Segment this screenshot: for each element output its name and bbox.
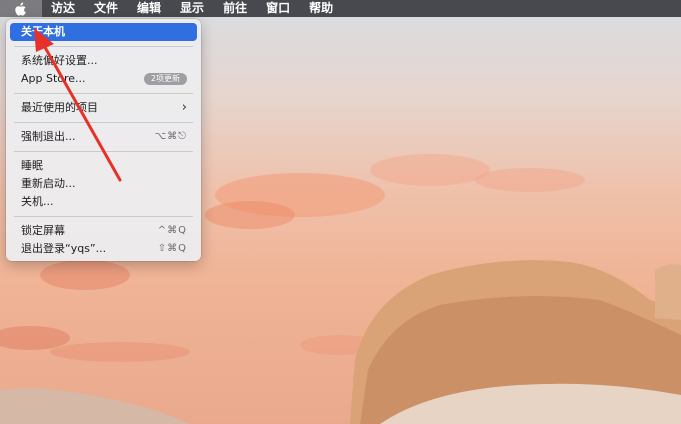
menu-item-label: 最近使用的项目 (21, 101, 98, 114)
menu-item-label: 关于本机 (21, 25, 65, 38)
menu-item-label: 关机... (21, 195, 54, 208)
menubar-item-view[interactable]: 显示 (171, 0, 214, 17)
menu-item-app-store[interactable]: App Store... 2项更新 (10, 70, 197, 88)
menu-item-label: 锁定屏幕 (21, 224, 65, 237)
menu-item-lock-screen[interactable]: 锁定屏幕 ^⌘Q (10, 222, 197, 240)
menu-bar: 访达 文件 编辑 显示 前往 窗口 帮助 (0, 0, 681, 17)
chevron-right-icon: › (181, 100, 187, 115)
menu-item-about-this-mac[interactable]: 关于本机 (10, 23, 197, 41)
menubar-item-help[interactable]: 帮助 (300, 0, 343, 17)
menu-item-log-out[interactable]: 退出登录“yqs”... ⇧⌘Q (10, 240, 197, 258)
menu-item-force-quit[interactable]: 强制退出... ⌥⌘⎋ (10, 128, 197, 146)
menu-separator (14, 93, 193, 94)
logout-shortcut: ⇧⌘Q (157, 243, 187, 254)
menu-item-label: 退出登录“yqs”... (21, 242, 107, 255)
menu-separator (14, 151, 193, 152)
force-quit-shortcut: ⌥⌘⎋ (154, 131, 187, 142)
menu-item-shutdown[interactable]: 关机... (10, 193, 197, 211)
lock-screen-shortcut: ^⌘Q (157, 225, 187, 236)
apple-menu-button[interactable] (0, 0, 42, 17)
menu-separator (14, 122, 193, 123)
update-count-badge: 2项更新 (143, 73, 187, 85)
menu-item-system-preferences[interactable]: 系统偏好设置... (10, 52, 197, 70)
menu-item-label: 睡眠 (21, 159, 43, 172)
menu-item-sleep[interactable]: 睡眠 (10, 157, 197, 175)
menubar-item-go[interactable]: 前往 (214, 0, 257, 17)
menubar-item-file[interactable]: 文件 (85, 0, 128, 17)
apple-logo-icon (15, 1, 26, 16)
menubar-item-window[interactable]: 窗口 (257, 0, 300, 17)
menubar-item-finder[interactable]: 访达 (42, 0, 85, 17)
menubar-item-edit[interactable]: 编辑 (128, 0, 171, 17)
menu-item-restart[interactable]: 重新启动... (10, 175, 197, 193)
menu-separator (14, 216, 193, 217)
menu-item-recent-items[interactable]: 最近使用的项目 › (10, 99, 197, 117)
menu-item-label: 强制退出... (21, 130, 76, 143)
menu-separator (14, 46, 193, 47)
menu-item-label: App Store... (21, 72, 86, 85)
apple-dropdown-menu: 关于本机 系统偏好设置... App Store... 2项更新 最近使用的项目… (6, 19, 201, 261)
menu-item-label: 重新启动... (21, 177, 76, 190)
menu-item-label: 系统偏好设置... (21, 54, 98, 67)
